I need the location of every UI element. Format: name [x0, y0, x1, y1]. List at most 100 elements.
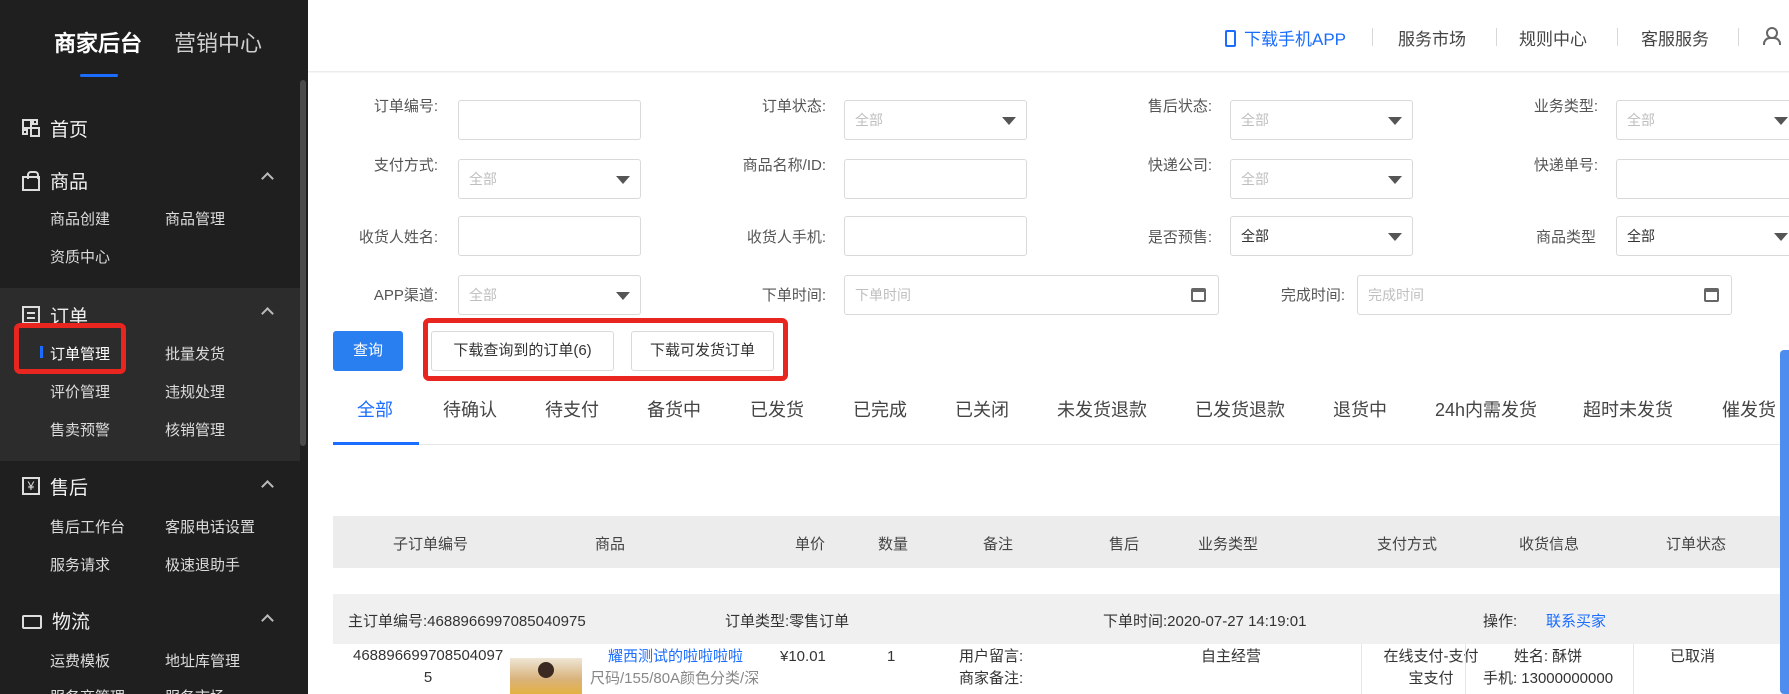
- column-header: 备注: [983, 536, 1014, 553]
- top-bar: 下载手机APP 服务市场 规则中心 客服服务: [308, 0, 1789, 72]
- tab-urge-shipping[interactable]: 催发货: [1722, 396, 1776, 422]
- filter-label-courier: 快递公司:: [1147, 157, 1212, 174]
- sidebar-group-logistics[interactable]: 物流: [22, 608, 90, 633]
- tab-pending-payment[interactable]: 待支付: [545, 396, 599, 422]
- sidebar-item-service-requests[interactable]: 服务请求: [50, 554, 110, 575]
- column-header: 业务类型: [1198, 536, 1259, 553]
- floating-side-tab[interactable]: [1780, 350, 1789, 694]
- pay-method-select[interactable]: 全部: [458, 159, 641, 199]
- sidebar-item-fast-refund[interactable]: 极速退助手: [165, 554, 240, 575]
- sidebar-item-service-phone[interactable]: 客服电话设置: [165, 516, 255, 537]
- tab-completed[interactable]: 已完成: [853, 396, 907, 422]
- unit-price: ¥10.01: [780, 648, 826, 665]
- column-header: 单价: [795, 536, 826, 553]
- receiver-phone-input[interactable]: [844, 216, 1027, 256]
- presale-select[interactable]: 全部: [1230, 216, 1413, 256]
- sidebar-item-provider-manage[interactable]: 服务商管理: [50, 686, 125, 694]
- dashboard-grid-icon: [22, 119, 40, 137]
- tab-refund-unshipped[interactable]: 未发货退款: [1057, 396, 1147, 422]
- caret-down-icon: [1774, 233, 1788, 241]
- tracking-no-input[interactable]: [1616, 159, 1789, 199]
- download-shippable-orders-button[interactable]: 下载可发货订单: [631, 331, 774, 371]
- caret-down-icon: [1774, 117, 1788, 125]
- tabs-divider: [333, 444, 1789, 445]
- app-channel-select[interactable]: 全部: [458, 275, 641, 315]
- tab-refund-shipped[interactable]: 已发货退款: [1195, 396, 1285, 422]
- tab-shipped[interactable]: 已发货: [750, 396, 804, 422]
- sidebar-item-label: 首页: [50, 119, 89, 141]
- sidebar-item-sale-warning[interactable]: 售卖预警: [50, 419, 110, 440]
- business-type-select[interactable]: 全部: [1616, 100, 1789, 140]
- chevron-up-icon[interactable]: [261, 307, 274, 320]
- chevron-up-icon[interactable]: [261, 480, 274, 493]
- calendar-icon: [1191, 288, 1206, 302]
- sidebar-item-reviews[interactable]: 评价管理: [50, 381, 110, 402]
- sidebar-section-home: 首页: [0, 106, 300, 148]
- filter-label-pay-method: 支付方式:: [373, 157, 438, 174]
- sidebar-item-after-sales-desk[interactable]: 售后工作台: [50, 516, 125, 537]
- after-sale-status-select[interactable]: 全部: [1230, 100, 1413, 140]
- order-no-input[interactable]: [458, 100, 641, 140]
- sidebar-item-shipping-template[interactable]: 运费模板: [50, 650, 110, 671]
- divider: [1361, 644, 1362, 694]
- select-placeholder: 全部: [1627, 112, 1655, 128]
- order-status-select[interactable]: 全部: [844, 100, 1027, 140]
- sidebar-group-products[interactable]: 商品: [22, 168, 88, 193]
- column-header: 数量: [878, 536, 909, 553]
- sidebar-item-product-create[interactable]: 商品创建: [50, 208, 110, 229]
- product-thumbnail[interactable]: [510, 658, 582, 694]
- order-type-label: 订单类型:: [725, 613, 790, 630]
- sidebar-group-after-sales[interactable]: ¥ 售后: [22, 474, 88, 499]
- download-app-link[interactable]: 下载手机APP: [1225, 25, 1346, 50]
- filter-label-order-status: 订单状态:: [761, 98, 826, 115]
- tab-all[interactable]: 全部: [357, 396, 393, 422]
- download-queried-orders-button[interactable]: 下载查询到的订单(6): [431, 331, 614, 371]
- tab-closed[interactable]: 已关闭: [955, 396, 1009, 422]
- sidebar-section-logistics: 物流 运费模板 地址库管理 服务商管理 服务市场: [0, 606, 300, 694]
- date-placeholder: 下单时间: [855, 287, 911, 303]
- caret-down-icon: [1388, 117, 1402, 125]
- active-tab-indicator: [80, 74, 118, 77]
- tab-overdue-unshipped[interactable]: 超时未发货: [1583, 396, 1673, 422]
- sidebar-item-home[interactable]: 首页: [22, 116, 89, 141]
- user-icon[interactable]: [1763, 27, 1781, 45]
- sidebar-item-batch-ship[interactable]: 批量发货: [165, 343, 225, 364]
- customer-service-link[interactable]: 客服服务: [1641, 25, 1709, 50]
- complete-time-picker[interactable]: 完成时间: [1357, 275, 1732, 315]
- tab-returning[interactable]: 退货中: [1333, 396, 1387, 422]
- order-time-value: 2020-07-27 14:19:01: [1167, 613, 1307, 630]
- tab-merchant-backend[interactable]: 商家后台: [54, 26, 142, 58]
- sidebar-item-product-manage[interactable]: 商品管理: [165, 208, 225, 229]
- sidebar-item-service-market[interactable]: 服务市场: [165, 686, 225, 694]
- chevron-up-icon[interactable]: [261, 614, 274, 627]
- query-button[interactable]: 查询: [333, 331, 403, 371]
- product-type-select[interactable]: 全部: [1616, 216, 1789, 256]
- tab-pending-confirm[interactable]: 待确认: [443, 396, 497, 422]
- sidebar-item-violations[interactable]: 违规处理: [165, 381, 225, 402]
- contact-buyer-link[interactable]: 联系买家: [1546, 610, 1606, 631]
- rules-center-link[interactable]: 规则中心: [1519, 25, 1587, 50]
- tab-preparing[interactable]: 备货中: [647, 396, 701, 422]
- divider: [1617, 28, 1618, 46]
- service-market-link[interactable]: 服务市场: [1398, 25, 1466, 50]
- sidebar-scrollbar[interactable]: [300, 80, 306, 446]
- filter-label-business-type: 业务类型:: [1533, 98, 1598, 115]
- tab-marketing-center[interactable]: 营销中心: [174, 26, 262, 58]
- order-time-picker[interactable]: 下单时间: [844, 275, 1219, 315]
- order-document-icon: [22, 306, 40, 324]
- courier-select[interactable]: 全部: [1230, 159, 1413, 199]
- sidebar-item-qualification[interactable]: 资质中心: [50, 246, 110, 267]
- sidebar-item-address-library[interactable]: 地址库管理: [165, 650, 240, 671]
- tab-ship-within-24h[interactable]: 24h内需发货: [1435, 396, 1537, 422]
- receiver-name-input[interactable]: [458, 216, 641, 256]
- chevron-up-icon[interactable]: [261, 172, 274, 185]
- business-type: 自主经营: [1201, 648, 1262, 665]
- select-value: 全部: [1241, 228, 1269, 244]
- table-header: 子订单编号 商品 单价 数量 备注 售后 业务类型 支付方式 收货信息 订单状态: [333, 516, 1789, 568]
- column-header: 商品: [595, 536, 626, 553]
- select-placeholder: 全部: [469, 287, 497, 303]
- product-title-link[interactable]: 耀西测试的啦啦啦啦: [608, 646, 743, 668]
- sidebar-item-verification[interactable]: 核销管理: [165, 419, 225, 440]
- select-value: 全部: [1627, 228, 1655, 244]
- product-name-input[interactable]: [844, 159, 1027, 199]
